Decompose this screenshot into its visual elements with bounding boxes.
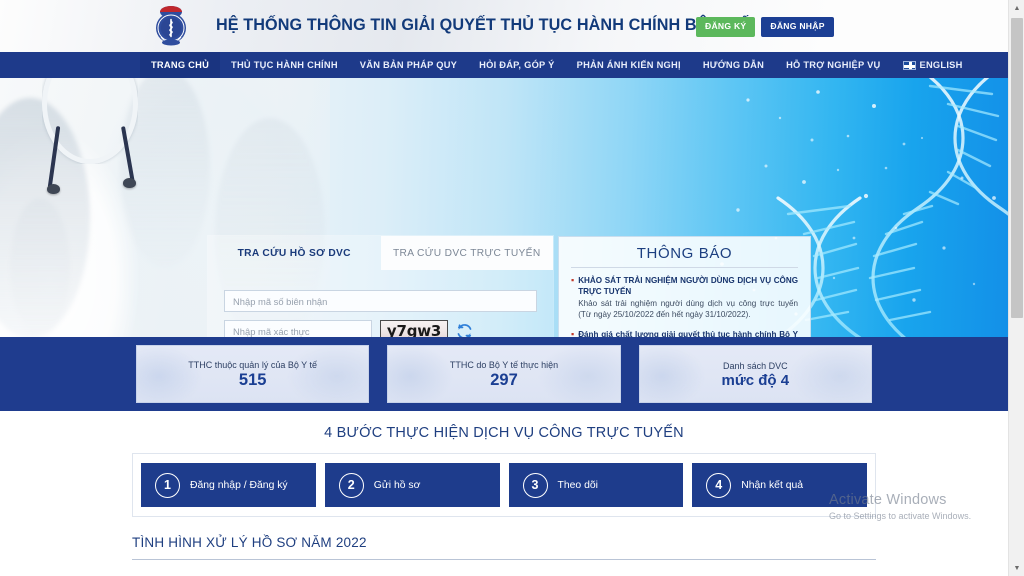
announcement-heading: Đánh giá chất lượng giải quyết thủ tục h… [578, 329, 798, 337]
step-card-login-register[interactable]: 1 Đăng nhập / Đăng ký [141, 463, 316, 507]
step-label: Gửi hồ sơ [373, 479, 421, 491]
steps-title: 4 BƯỚC THỰC HIỆN DỊCH VỤ CÔNG TRỰC TUYẾN [324, 425, 684, 441]
ministry-of-health-emblem-icon[interactable] [148, 3, 194, 49]
announcement-heading: KHẢO SÁT TRẢI NGHIỆM NGƯỜI DÙNG DỊCH VỤ … [578, 276, 798, 296]
step-label: Đăng nhập / Đăng ký [190, 479, 288, 491]
step-card-track[interactable]: 3 Theo dõi [508, 463, 684, 507]
lookup-tabs: TRA CỨU HỒ SƠ DVC TRA CỨU DVC TRỰC TUYẾN [208, 236, 553, 270]
stat-card-tthc-managed[interactable]: TTHC thuộc quản lý của Bộ Y tế 515 [136, 345, 370, 403]
step-label: Nhận kết quả [741, 479, 804, 491]
nav-item-english[interactable]: ENGLISH [892, 52, 974, 78]
lookup-panel: TRA CỨU HỒ SƠ DVC TRA CỨU DVC TRỰC TUYẾN… [208, 236, 553, 337]
step-number: 1 [155, 472, 180, 498]
dossier-status-section: TÌNH HÌNH XỬ LÝ HỒ SƠ NĂM 2022 [132, 535, 876, 560]
steps-section: 4 BƯỚC THỰC HIỆN DỊCH VỤ CÔNG TRỰC TUYẾN… [0, 411, 1008, 517]
stat-card-dvc-list[interactable]: Danh sách DVC mức độ 4 [638, 345, 872, 403]
receipt-code-input[interactable] [224, 290, 537, 312]
scroll-up-arrow-icon[interactable]: ▲ [1009, 0, 1024, 16]
main-navigation: TRANG CHỦ THỦ TỤC HÀNH CHÍNH VĂN BẢN PHÁ… [0, 52, 1008, 78]
browser-page: HỆ THỐNG THÔNG TIN GIẢI QUYẾT THỦ TỤC HÀ… [0, 0, 1024, 576]
step-card-receive-result[interactable]: 4 Nhận kết quả [692, 463, 867, 507]
stat-value: 297 [490, 370, 518, 389]
login-button[interactable]: ĐĂNG NHẬP [761, 17, 834, 37]
stat-value: mức độ 4 [721, 371, 790, 389]
nav-item-trang-chu[interactable]: TRANG CHỦ [140, 52, 221, 78]
nav-item-huong-dan[interactable]: HƯỚNG DẪN [692, 52, 775, 78]
stat-label: TTHC thuộc quản lý của Bộ Y tế [188, 359, 318, 370]
bullet-icon: ▪ [571, 328, 575, 337]
auth-buttons: ĐĂNG KÝ ĐĂNG NHẬP [696, 17, 834, 37]
nav-item-van-ban-phap-quy[interactable]: VĂN BẢN PHÁP QUY [349, 52, 468, 78]
dossier-status-title: TÌNH HÌNH XỬ LÝ HỒ SƠ NĂM 2022 [132, 535, 876, 560]
uk-flag-icon [902, 60, 916, 70]
nav-item-english-label: ENGLISH [919, 60, 963, 70]
step-number: 3 [522, 472, 548, 498]
tab-tra-cuu-dvc-truc-tuyen[interactable]: TRA CỨU DVC TRỰC TUYẾN [380, 236, 553, 270]
bullet-icon: ▪ [571, 275, 575, 285]
scrollbar-thumb[interactable] [1011, 18, 1023, 318]
step-label: Theo dõi [557, 479, 598, 491]
announcement-item[interactable]: ▪ Đánh giá chất lượng giải quyết thủ tục… [571, 329, 798, 337]
hero-banner: TRA CỨU HỒ SƠ DVC TRA CỨU DVC TRỰC TUYẾN… [0, 78, 1008, 337]
steps-container: 1 Đăng nhập / Đăng ký 2 Gửi hồ sơ 3 Theo… [132, 453, 876, 517]
stat-card-tthc-performed[interactable]: TTHC do Bộ Y tế thực hiện 297 [387, 345, 621, 403]
site-header: HỆ THỐNG THÔNG TIN GIẢI QUYẾT THỦ TỤC HÀ… [0, 0, 1008, 52]
nav-item-ho-tro-nghiep-vu[interactable]: HỖ TRỢ NGHIỆP VỤ [775, 52, 891, 78]
step-number: 2 [338, 472, 364, 498]
announcement-item[interactable]: ▪ KHẢO SÁT TRẢI NGHIỆM NGƯỜI DÙNG DỊCH V… [571, 275, 798, 321]
announcements-panel: THÔNG BÁO ▪ KHẢO SÁT TRẢI NGHIỆM NGƯỜI D… [558, 236, 811, 337]
register-button[interactable]: ĐĂNG KÝ [696, 17, 756, 37]
tab-tra-cuu-ho-so-dvc[interactable]: TRA CỨU HỒ SƠ DVC [208, 236, 381, 270]
announcement-body: Khảo sát trải nghiệm người dùng dịch vụ … [578, 299, 798, 320]
stat-value: 515 [238, 370, 267, 389]
nav-item-thu-tuc-hanh-chinh[interactable]: THỦ TỤC HÀNH CHÍNH [220, 52, 349, 78]
statistics-band: TTHC thuộc quản lý của Bộ Y tế 515 TTHC … [0, 337, 1008, 411]
announcements-title: THÔNG BÁO [571, 245, 798, 268]
site-title: HỆ THỐNG THÔNG TIN GIẢI QUYẾT THỦ TỤC HÀ… [216, 16, 750, 34]
page-scrollbar[interactable]: ▲ ▼ [1008, 0, 1024, 576]
step-card-submit-dossier[interactable]: 2 Gửi hồ sơ [324, 463, 500, 507]
captcha-image: y7gw3 [380, 320, 448, 337]
captcha-input[interactable] [224, 320, 372, 337]
page-viewport: HỆ THỐNG THÔNG TIN GIẢI QUYẾT THỦ TỤC HÀ… [0, 0, 1008, 576]
emblem-svg [156, 6, 186, 46]
nav-item-hoi-dap-gop-y[interactable]: HỎI ĐÁP, GÓP Ý [468, 52, 566, 78]
scroll-down-arrow-icon[interactable]: ▼ [1009, 560, 1024, 576]
stat-label: Danh sách DVC [723, 360, 788, 371]
nav-item-phan-anh-kien-nghi[interactable]: PHẢN ÁNH KIẾN NGHỊ [566, 52, 692, 78]
lookup-form: y7gw3 Tra cứu [208, 270, 553, 337]
step-number: 4 [706, 472, 732, 498]
refresh-icon[interactable] [456, 323, 473, 338]
stat-label: TTHC do Bộ Y tế thực hiện [449, 359, 559, 370]
